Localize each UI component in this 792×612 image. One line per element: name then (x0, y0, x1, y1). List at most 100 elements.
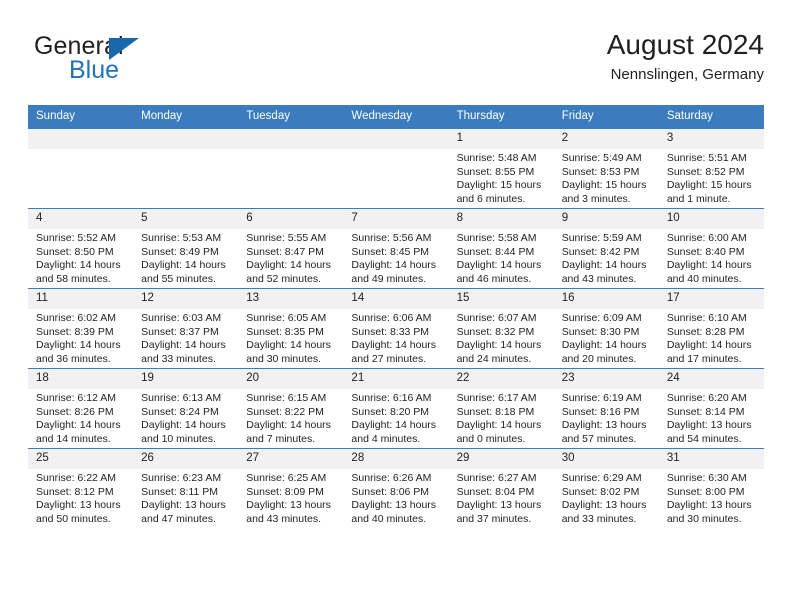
calendar-day-cell[interactable]: 25 Sunrise: 6:22 AM Sunset: 8:12 PM Dayligh… (28, 448, 134, 528)
daylight-text: and 55 minutes. (141, 272, 216, 285)
calendar-day-cell[interactable]: 11 Sunrise: 6:02 AM Sunset: 8:39 PM Dayligh… (28, 288, 134, 369)
calendar-week-row: 11 Sunrise: 6:02 AM Sunset: 8:39 PM Dayligh… (28, 288, 764, 369)
daylight-text: Daylight: 14 hours (36, 419, 121, 432)
calendar-day-cell[interactable]: 8 Sunrise: 5:58 AM Sunset: 8:44 PM Daylight… (448, 208, 554, 289)
sunset-text: Sunset: 8:32 PM (456, 325, 535, 338)
calendar-day-cell[interactable]: 19 Sunrise: 6:13 AM Sunset: 8:24 PM Dayligh… (133, 368, 239, 449)
daylight-text: and 49 minutes. (351, 272, 427, 285)
calendar-day-cell[interactable]: 16 Sunrise: 6:09 AM Sunset: 8:30 PM Dayligh… (553, 288, 659, 369)
daylight-text: Daylight: 13 hours (36, 499, 121, 512)
calendar-day-cell[interactable]: 5 Sunrise: 5:53 AM Sunset: 8:49 PM Daylight… (133, 208, 239, 289)
day-details: Sunrise: 6:29 AM Sunset: 8:02 PM Daylight:… (554, 469, 659, 526)
day-number: 12 (133, 289, 239, 309)
daylight-text: and 57 minutes. (561, 432, 637, 445)
day-number: 28 (343, 449, 449, 469)
calendar-day-cell[interactable]: 4 Sunrise: 5:52 AM Sunset: 8:50 PM Daylight… (28, 208, 134, 289)
day-details: Sunrise: 6:19 AM Sunset: 8:16 PM Daylight:… (554, 389, 659, 446)
daylight-text: and 40 minutes. (666, 272, 742, 285)
day-details: Sunrise: 6:03 AM Sunset: 8:37 PM Daylight:… (133, 309, 238, 366)
calendar-day-cell[interactable]: 22 Sunrise: 6:17 AM Sunset: 8:18 PM Dayligh… (448, 368, 554, 449)
calendar-day-cell[interactable]: 18 Sunrise: 6:12 AM Sunset: 8:26 PM Dayligh… (28, 368, 134, 449)
day-number: 26 (133, 449, 239, 469)
calendar-day-cell[interactable]: 10 Sunrise: 6:00 AM Sunset: 8:40 PM Dayligh… (658, 208, 764, 289)
calendar-day-cell[interactable]: 28 Sunrise: 6:26 AM Sunset: 8:06 PM Dayligh… (343, 448, 449, 528)
sunset-text: Sunset: 8:40 PM (666, 245, 745, 258)
daylight-text: and 17 minutes. (666, 352, 742, 365)
calendar-day-cell[interactable]: 23 Sunrise: 6:19 AM Sunset: 8:16 PM Dayligh… (553, 368, 659, 449)
daylight-text: Daylight: 13 hours (141, 499, 226, 512)
day-details: Sunrise: 6:12 AM Sunset: 8:26 PM Daylight:… (28, 389, 133, 446)
daylight-text: Daylight: 13 hours (561, 499, 647, 512)
day-details: Sunrise: 6:22 AM Sunset: 8:12 PM Daylight:… (28, 469, 133, 526)
calendar-day-cell[interactable]: 12 Sunrise: 6:03 AM Sunset: 8:37 PM Dayligh… (133, 288, 239, 369)
day-number: 31 (658, 449, 764, 469)
sunset-text: Sunset: 8:14 PM (666, 405, 745, 418)
calendar-day-cell[interactable]: 27 Sunrise: 6:25 AM Sunset: 8:09 PM Dayligh… (238, 448, 344, 528)
calendar-day-cell[interactable]: 13 Sunrise: 6:05 AM Sunset: 8:35 PM Dayligh… (238, 288, 344, 369)
calendar-day-cell[interactable]: 15 Sunrise: 6:07 AM Sunset: 8:32 PM Dayligh… (448, 288, 554, 369)
title-block: August 2024 Nennslingen, Germany (607, 28, 764, 86)
day-number: 1 (448, 129, 554, 149)
calendar-day-cell[interactable]: 31 Sunrise: 6:30 AM Sunset: 8:00 PM Dayligh… (658, 448, 764, 528)
day-details: Sunrise: 5:56 AM Sunset: 8:45 PM Daylight:… (343, 229, 448, 286)
calendar-day-cell[interactable]: 24 Sunrise: 6:20 AM Sunset: 8:14 PM Dayligh… (658, 368, 764, 449)
calendar-day-cell[interactable]: 30 Sunrise: 6:29 AM Sunset: 8:02 PM Dayligh… (553, 448, 659, 528)
sunset-text: Sunset: 8:00 PM (666, 485, 745, 498)
sunrise-text: Sunrise: 6:03 AM (141, 312, 222, 324)
daylight-text: and 10 minutes. (141, 432, 216, 445)
day-details: Sunrise: 6:02 AM Sunset: 8:39 PM Daylight:… (28, 309, 133, 366)
calendar-day-cell[interactable]: 26 Sunrise: 6:23 AM Sunset: 8:11 PM Dayligh… (133, 448, 239, 528)
daylight-text: and 40 minutes. (351, 512, 427, 525)
day-details: Sunrise: 6:26 AM Sunset: 8:06 PM Daylight:… (343, 469, 448, 526)
calendar-day-cell[interactable]: 14 Sunrise: 6:06 AM Sunset: 8:33 PM Dayligh… (343, 288, 449, 369)
calendar-day-cell[interactable]: 7 Sunrise: 5:56 AM Sunset: 8:45 PM Daylight… (343, 208, 449, 289)
calendar-day-cell[interactable]: 2 Sunrise: 5:49 AM Sunset: 8:53 PM Daylight… (553, 128, 659, 209)
sunrise-text: Sunrise: 6:02 AM (36, 312, 116, 324)
sunrise-text: Sunrise: 6:30 AM (666, 472, 747, 484)
sunrise-text: Sunrise: 6:29 AM (561, 472, 642, 484)
daylight-text: and 3 minutes. (561, 192, 631, 205)
day-number: 17 (658, 289, 764, 309)
day-details: Sunrise: 5:55 AM Sunset: 8:47 PM Daylight:… (238, 229, 343, 286)
sunrise-text: Sunrise: 6:09 AM (561, 312, 642, 324)
daylight-text: and 37 minutes. (456, 512, 532, 525)
calendar-container: Sunday Monday Tuesday Wednesday Thursday Frid… (28, 105, 764, 528)
sunrise-text: Sunrise: 5:58 AM (456, 232, 537, 244)
calendar-day-cell[interactable]: 17 Sunrise: 6:10 AM Sunset: 8:28 PM Dayligh… (658, 288, 764, 369)
calendar-day-cell[interactable]: 20 Sunrise: 6:15 AM Sunset: 8:22 PM Dayligh… (238, 368, 344, 449)
daylight-text: and 30 minutes. (666, 512, 742, 525)
sunset-text: Sunset: 8:55 PM (456, 165, 535, 178)
sunset-text: Sunset: 8:35 PM (246, 325, 324, 338)
calendar-day-cell[interactable]: 6 Sunrise: 5:55 AM Sunset: 8:47 PM Daylight… (238, 208, 344, 289)
daylight-text: Daylight: 14 hours (141, 259, 226, 272)
sunrise-text: Sunrise: 6:26 AM (351, 472, 432, 484)
daylight-text: and 33 minutes. (561, 512, 637, 525)
sunrise-text: Sunrise: 6:19 AM (561, 392, 642, 404)
brand-logo[interactable]: General Blue (34, 32, 234, 90)
calendar-day-cell[interactable]: 1 Sunrise: 5:48 AM Sunset: 8:55 PM Daylight… (448, 128, 554, 209)
weekday-header-friday: Friday (553, 105, 659, 129)
daylight-text: Daylight: 14 hours (246, 339, 331, 352)
daylight-text: Daylight: 14 hours (141, 419, 226, 432)
daylight-text: Daylight: 14 hours (36, 259, 121, 272)
calendar-day-cell[interactable]: 9 Sunrise: 5:59 AM Sunset: 8:42 PM Daylight… (553, 208, 659, 289)
daylight-text: and 58 minutes. (36, 272, 111, 285)
sunrise-text: Sunrise: 6:23 AM (141, 472, 222, 484)
calendar-day-cell[interactable]: 29 Sunrise: 6:27 AM Sunset: 8:04 PM Dayligh… (448, 448, 554, 528)
calendar-day-cell[interactable]: 21 Sunrise: 6:16 AM Sunset: 8:20 PM Dayligh… (343, 368, 449, 449)
day-details: Sunrise: 5:49 AM Sunset: 8:53 PM Daylight:… (554, 149, 659, 206)
daylight-text: Daylight: 14 hours (351, 259, 437, 272)
calendar-day-cell[interactable]: 3 Sunrise: 5:51 AM Sunset: 8:52 PM Daylight… (658, 128, 764, 209)
day-details: Sunrise: 6:07 AM Sunset: 8:32 PM Daylight:… (449, 309, 554, 366)
day-details: Sunrise: 6:20 AM Sunset: 8:14 PM Daylight:… (659, 389, 764, 446)
daylight-text: and 1 minute. (666, 192, 731, 205)
day-details: Sunrise: 5:51 AM Sunset: 8:52 PM Daylight:… (659, 149, 764, 206)
day-number: 19 (133, 369, 239, 389)
weekday-header-saturday: Saturday (658, 105, 764, 129)
sunset-text: Sunset: 8:22 PM (246, 405, 324, 418)
day-number (343, 129, 449, 149)
day-details: Sunrise: 5:58 AM Sunset: 8:44 PM Daylight:… (449, 229, 554, 286)
daylight-text: and 54 minutes. (666, 432, 742, 445)
day-details: Sunrise: 6:16 AM Sunset: 8:20 PM Daylight:… (343, 389, 448, 446)
sunrise-text: Sunrise: 5:53 AM (141, 232, 222, 244)
